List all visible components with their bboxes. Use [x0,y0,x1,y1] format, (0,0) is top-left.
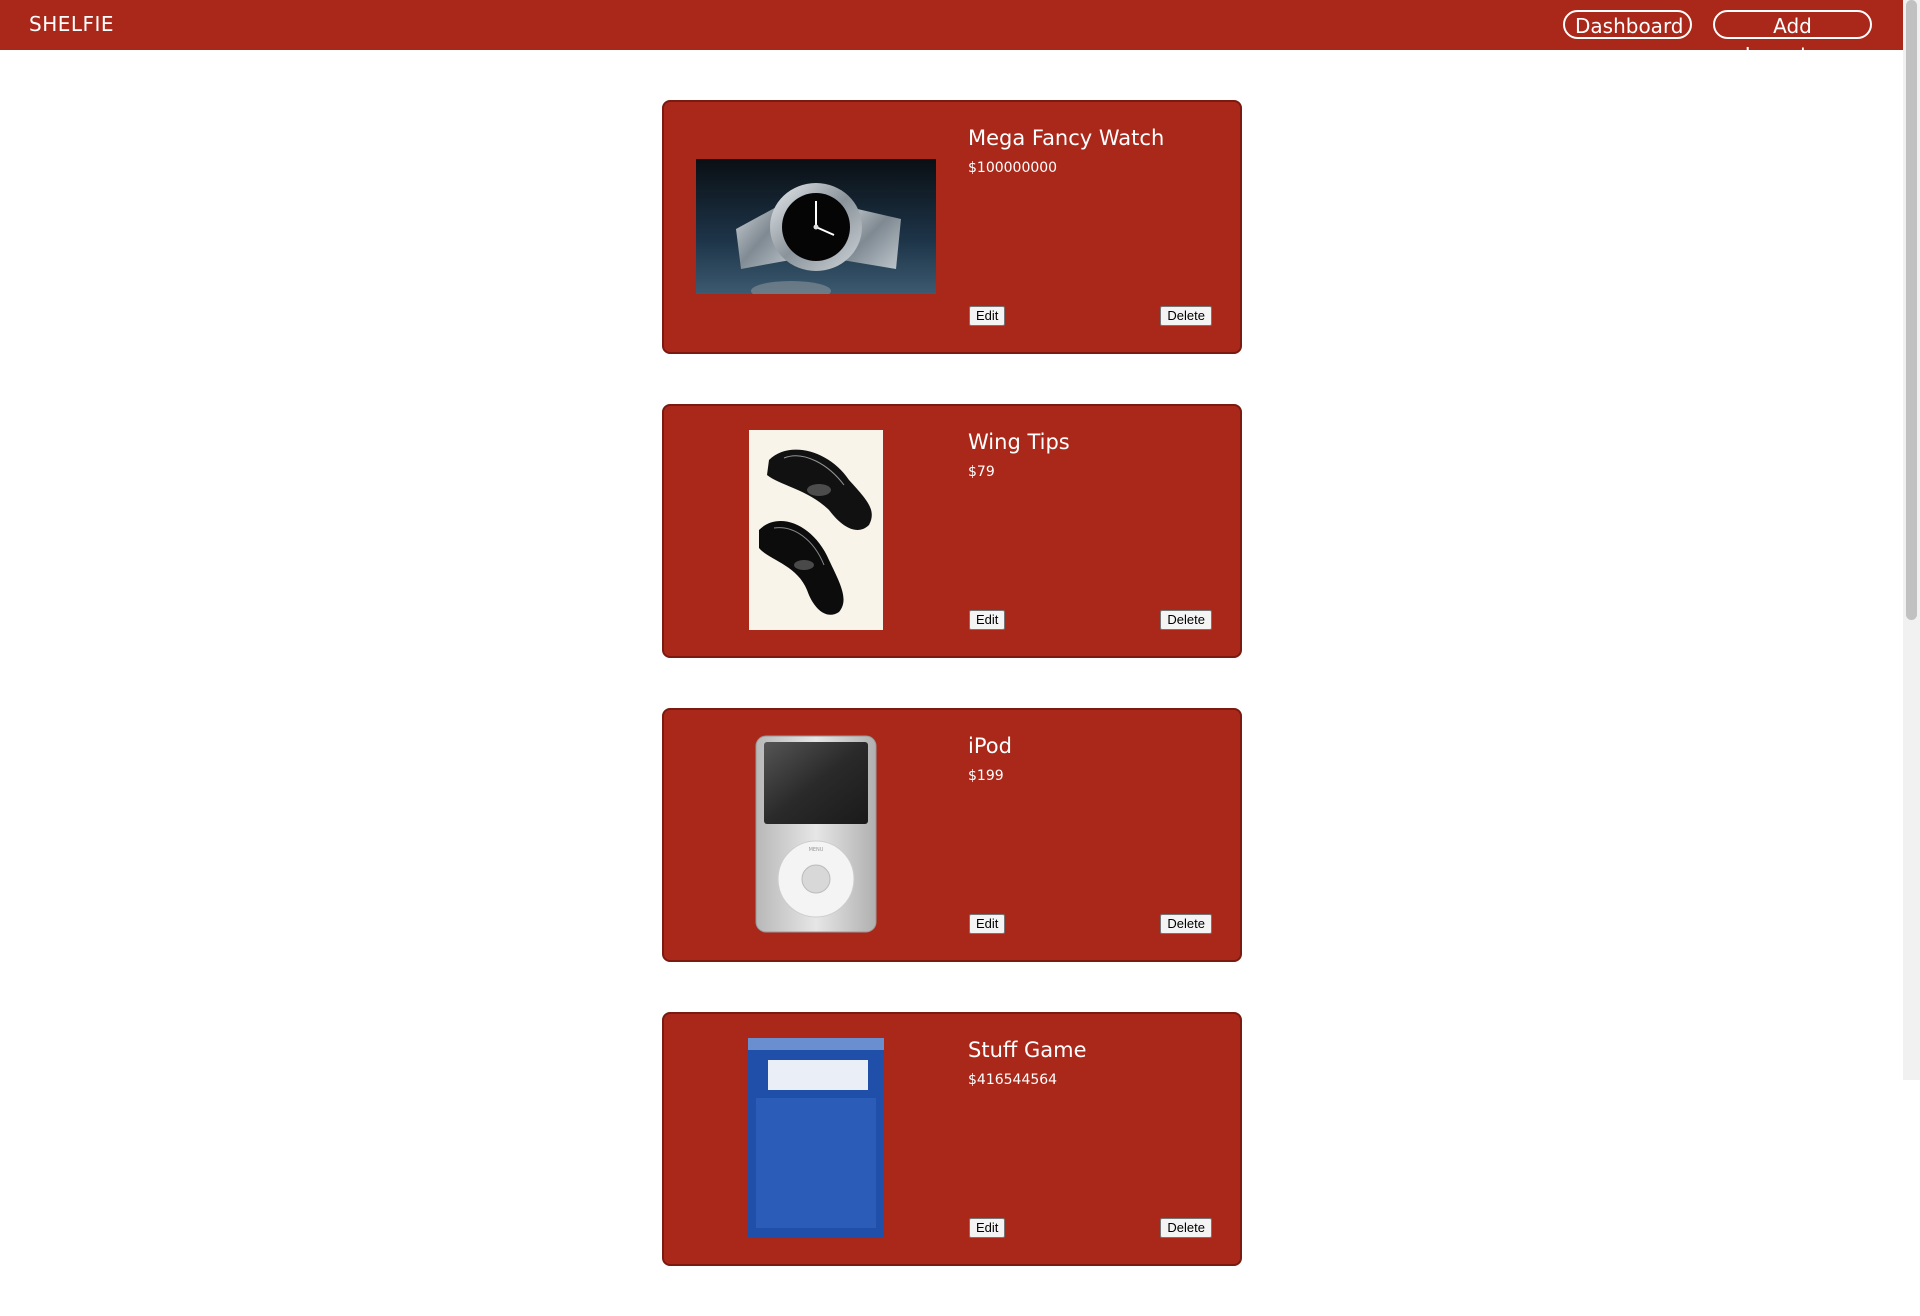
product-image [696,430,936,630]
product-price: $100000000 [968,160,1058,176]
product-image [696,126,936,326]
brand-title[interactable]: SHELFIE [29,12,114,36]
product-price: $79 [968,464,995,480]
product-image: MENU [696,734,936,934]
product-card: Wing Tips $79 Edit Delete [662,404,1242,658]
delete-button[interactable]: Delete [1160,1218,1212,1238]
product-price: $416544564 [968,1072,1058,1088]
product-price: $199 [968,768,1004,784]
edit-button[interactable]: Edit [969,610,1006,630]
edit-button[interactable]: Edit [969,914,1006,934]
product-card: Mega Fancy Watch $100000000 Edit Delete [662,100,1242,354]
product-card: MENU iPod $199 Edit Delete [662,708,1242,962]
product-name: iPod [968,734,1012,758]
ipod-image: MENU [755,735,877,933]
product-name: Stuff Game [968,1038,1087,1062]
shoes-image [749,430,883,630]
scrollbar-thumb[interactable] [1906,0,1917,620]
product-card: Stuff Game $416544564 Edit Delete [662,1012,1242,1266]
delete-button[interactable]: Delete [1160,610,1212,630]
delete-button[interactable]: Delete [1160,914,1212,934]
edit-button[interactable]: Edit [969,1218,1006,1238]
add-inventory-button[interactable]: Add Inventory [1713,10,1872,67]
edit-button[interactable]: Edit [969,306,1006,326]
product-name: Mega Fancy Watch [968,126,1165,150]
watch-image [696,158,936,294]
product-image [696,1038,936,1238]
delete-button[interactable]: Delete [1160,306,1212,326]
vertical-scrollbar[interactable] [1903,0,1920,1080]
dashboard-button[interactable]: Dashboard [1563,10,1692,39]
top-nav-bar: SHELFIE Dashboard Add Inventory [0,0,1903,67]
product-list: Mega Fancy Watch $100000000 Edit Delete … [662,100,1242,1316]
product-name: Wing Tips [968,430,1070,454]
svg-text:MENU: MENU [809,847,824,853]
game-box-image [748,1038,884,1238]
